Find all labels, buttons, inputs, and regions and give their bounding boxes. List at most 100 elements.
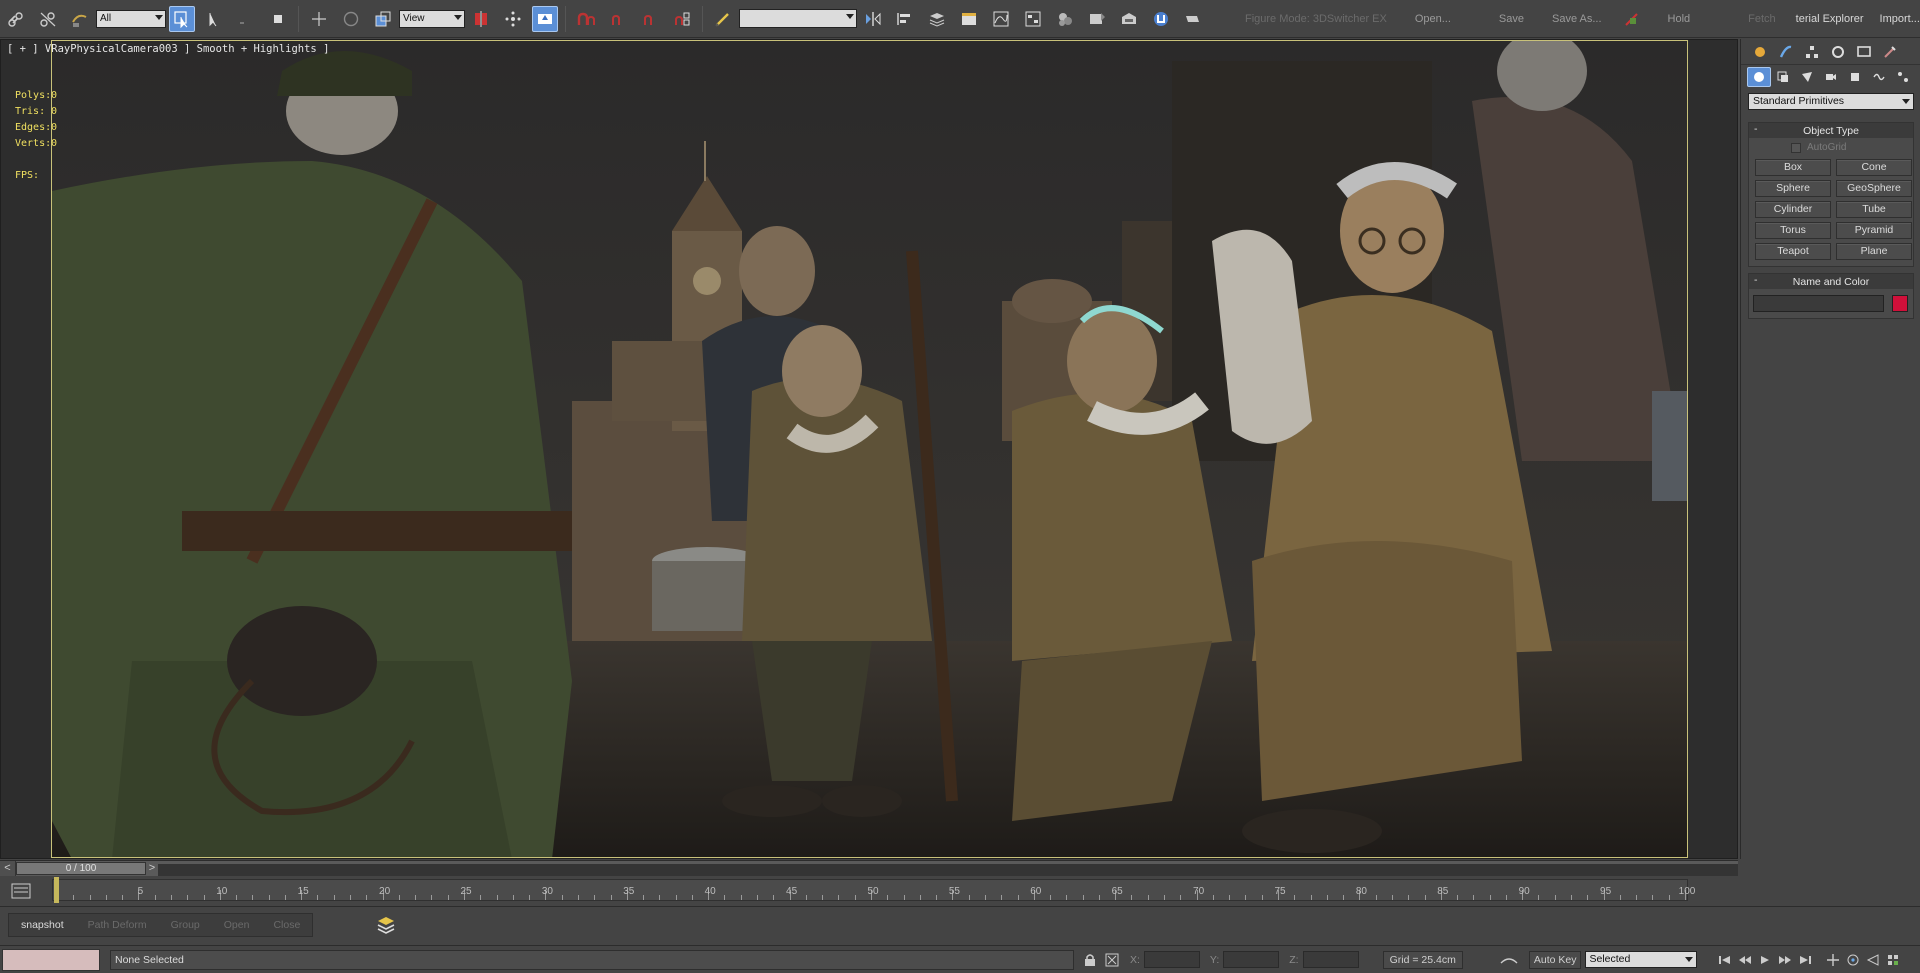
- lock-icon[interactable]: [1082, 952, 1098, 968]
- viewport-label[interactable]: [ + ] VRayPhysicalCamera003 ] Smooth + H…: [7, 43, 329, 55]
- open-group-button[interactable]: Open: [212, 914, 262, 936]
- named-selection-sets-dropdown[interactable]: [739, 9, 857, 28]
- scene-explorer-icon[interactable]: [956, 6, 982, 32]
- selection-filter-dropdown[interactable]: All: [96, 9, 166, 28]
- torus-button[interactable]: Torus: [1755, 222, 1831, 239]
- display-tab-icon[interactable]: [1851, 41, 1877, 63]
- set-key-icon[interactable]: [1497, 951, 1521, 969]
- object-type-header[interactable]: - Object Type: [1749, 123, 1913, 138]
- curve-editor-icon[interactable]: [988, 6, 1014, 32]
- shapes-category-icon[interactable]: [1771, 67, 1795, 87]
- space-warps-category-icon[interactable]: [1867, 67, 1891, 87]
- save-as-button[interactable]: Save As...: [1552, 13, 1602, 25]
- maximize-viewport-icon[interactable]: [1883, 951, 1903, 969]
- object-color-swatch[interactable]: [1892, 295, 1908, 312]
- helpers-category-icon[interactable]: [1843, 67, 1867, 87]
- teapot-button[interactable]: Teapot: [1755, 243, 1831, 260]
- x-coordinate-field[interactable]: [1143, 951, 1200, 968]
- align-icon[interactable]: [892, 6, 918, 32]
- modify-tab-icon[interactable]: [1773, 41, 1799, 63]
- spinner-snap-icon[interactable]: [669, 6, 695, 32]
- figure-mode-button[interactable]: Figure Mode: 3DSwitcher EX: [1245, 13, 1387, 25]
- primitive-category-dropdown[interactable]: Standard Primitives: [1748, 93, 1914, 110]
- object-name-input[interactable]: [1753, 295, 1884, 312]
- hold-icon[interactable]: [1619, 6, 1645, 32]
- pyramid-button[interactable]: Pyramid: [1836, 222, 1912, 239]
- material-editor-icon[interactable]: [1052, 6, 1078, 32]
- camera-viewport[interactable]: [ + ] VRayPhysicalCamera003 ] Smooth + H…: [0, 39, 1738, 859]
- time-slider-track[interactable]: [158, 864, 1738, 876]
- box-button[interactable]: Box: [1755, 159, 1831, 176]
- window-crossing-icon[interactable]: [265, 6, 291, 32]
- playhead[interactable]: [54, 877, 59, 903]
- go-to-end-icon[interactable]: [1795, 951, 1815, 969]
- edit-named-selection-icon[interactable]: [710, 6, 736, 32]
- schematic-view-icon[interactable]: [1020, 6, 1046, 32]
- select-object-icon[interactable]: [169, 5, 195, 32]
- reference-coordinate-dropdown[interactable]: View: [399, 9, 465, 28]
- name-and-color-header[interactable]: - Name and Color: [1749, 274, 1913, 289]
- time-slider-thumb[interactable]: 0 / 100: [16, 862, 146, 875]
- vray-frame-buffer-icon[interactable]: [1148, 6, 1174, 32]
- autogrid-checkbox[interactable]: AutoGrid: [1791, 142, 1913, 153]
- import-button[interactable]: Import...: [1880, 13, 1920, 25]
- use-pivot-center-icon[interactable]: [468, 6, 494, 32]
- maxscript-listener[interactable]: [2, 948, 100, 971]
- hierarchy-tab-icon[interactable]: [1799, 41, 1825, 63]
- bind-space-warp-icon[interactable]: [67, 6, 93, 32]
- utilities-tab-icon[interactable]: [1877, 41, 1903, 63]
- path-deform-button[interactable]: Path Deform: [76, 914, 159, 936]
- render-setup-icon[interactable]: [1084, 6, 1110, 32]
- save-button[interactable]: Save: [1499, 13, 1524, 25]
- previous-frame-icon[interactable]: <: [0, 861, 16, 876]
- absolute-mode-icon[interactable]: [1104, 952, 1120, 968]
- mirror-icon[interactable]: [860, 6, 886, 32]
- geosphere-button[interactable]: GeoSphere: [1836, 180, 1912, 197]
- material-explorer-button[interactable]: terial Explorer: [1796, 13, 1864, 25]
- systems-category-icon[interactable]: [1891, 67, 1915, 87]
- unlink-icon[interactable]: [35, 6, 61, 32]
- geometry-category-icon[interactable]: [1747, 67, 1771, 87]
- cylinder-button[interactable]: Cylinder: [1755, 201, 1831, 218]
- cameras-category-icon[interactable]: [1819, 67, 1843, 87]
- go-to-start-icon[interactable]: [1715, 951, 1735, 969]
- close-group-button[interactable]: Close: [261, 914, 312, 936]
- select-by-name-icon[interactable]: [201, 6, 227, 32]
- fetch-button[interactable]: Fetch: [1748, 13, 1776, 25]
- previous-key-icon[interactable]: [1735, 951, 1755, 969]
- select-rotate-icon[interactable]: [338, 6, 364, 32]
- rendered-frame-window-icon[interactable]: [1116, 6, 1142, 32]
- plane-button[interactable]: Plane: [1836, 243, 1912, 260]
- render-production-icon[interactable]: [1180, 6, 1206, 32]
- pan-view-icon[interactable]: [1823, 951, 1843, 969]
- curve-editor-mini-icon[interactable]: [10, 881, 32, 901]
- lights-category-icon[interactable]: [1795, 67, 1819, 87]
- rectangular-selection-icon[interactable]: [233, 6, 259, 32]
- percent-snap-icon[interactable]: [637, 6, 663, 32]
- select-move-icon[interactable]: [306, 6, 332, 32]
- hold-button[interactable]: Hold: [1668, 13, 1691, 25]
- auto-key-button[interactable]: Auto Key: [1528, 950, 1582, 969]
- open-button[interactable]: Open...: [1415, 13, 1451, 25]
- next-frame-icon[interactable]: >: [146, 861, 158, 876]
- z-coordinate-field[interactable]: [1302, 951, 1359, 968]
- snapshot-button[interactable]: snapshot: [9, 914, 76, 936]
- group-button[interactable]: Group: [159, 914, 212, 936]
- tube-button[interactable]: Tube: [1836, 201, 1912, 218]
- cone-button[interactable]: Cone: [1836, 159, 1912, 176]
- sphere-button[interactable]: Sphere: [1755, 180, 1831, 197]
- y-coordinate-field[interactable]: [1223, 951, 1280, 968]
- create-tab-icon[interactable]: [1747, 41, 1773, 63]
- frame-ruler[interactable]: 5 10 15 20 25 30 35 40 45 50 55 60 65 70 75 80 85 90 95 100: [52, 879, 1695, 901]
- keyboard-shortcut-override-icon[interactable]: [532, 5, 558, 32]
- snaps-toggle-icon[interactable]: [573, 6, 599, 32]
- next-key-icon[interactable]: [1775, 951, 1795, 969]
- angle-snap-icon[interactable]: [605, 6, 631, 32]
- layer-manager-icon[interactable]: [924, 6, 950, 32]
- select-manipulate-icon[interactable]: [500, 6, 526, 32]
- play-icon[interactable]: [1755, 951, 1775, 969]
- key-filter-dropdown[interactable]: Selected: [1585, 951, 1698, 968]
- select-scale-icon[interactable]: [370, 6, 396, 32]
- link-icon[interactable]: [3, 6, 29, 32]
- field-of-view-icon[interactable]: [1863, 951, 1883, 969]
